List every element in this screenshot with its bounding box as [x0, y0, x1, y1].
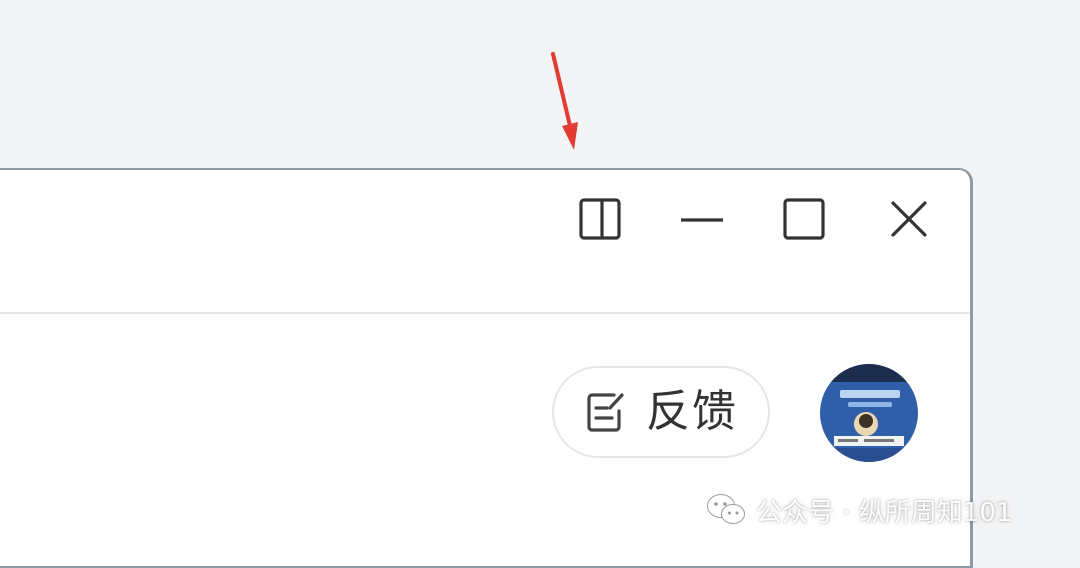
feedback-button[interactable]: 反馈 [552, 366, 770, 458]
minimize-button[interactable] [672, 194, 732, 244]
close-button[interactable] [879, 194, 939, 244]
wechat-watermark: 公众号 · 纵所周知101 [706, 490, 1012, 530]
wechat-icon [706, 492, 748, 528]
edit-note-icon [584, 390, 628, 434]
maximize-button[interactable] [774, 194, 834, 244]
user-avatar[interactable] [820, 364, 918, 462]
maximize-icon [783, 198, 825, 240]
close-icon [891, 201, 927, 237]
title-bar [0, 170, 970, 314]
split-view-button[interactable] [570, 194, 630, 244]
feedback-label: 反馈 [646, 386, 738, 437]
split-view-icon [579, 198, 621, 240]
minimize-icon [681, 218, 723, 222]
annotation-arrow [551, 52, 578, 150]
watermark-text: 公众号 · 纵所周知101 [756, 497, 1013, 528]
